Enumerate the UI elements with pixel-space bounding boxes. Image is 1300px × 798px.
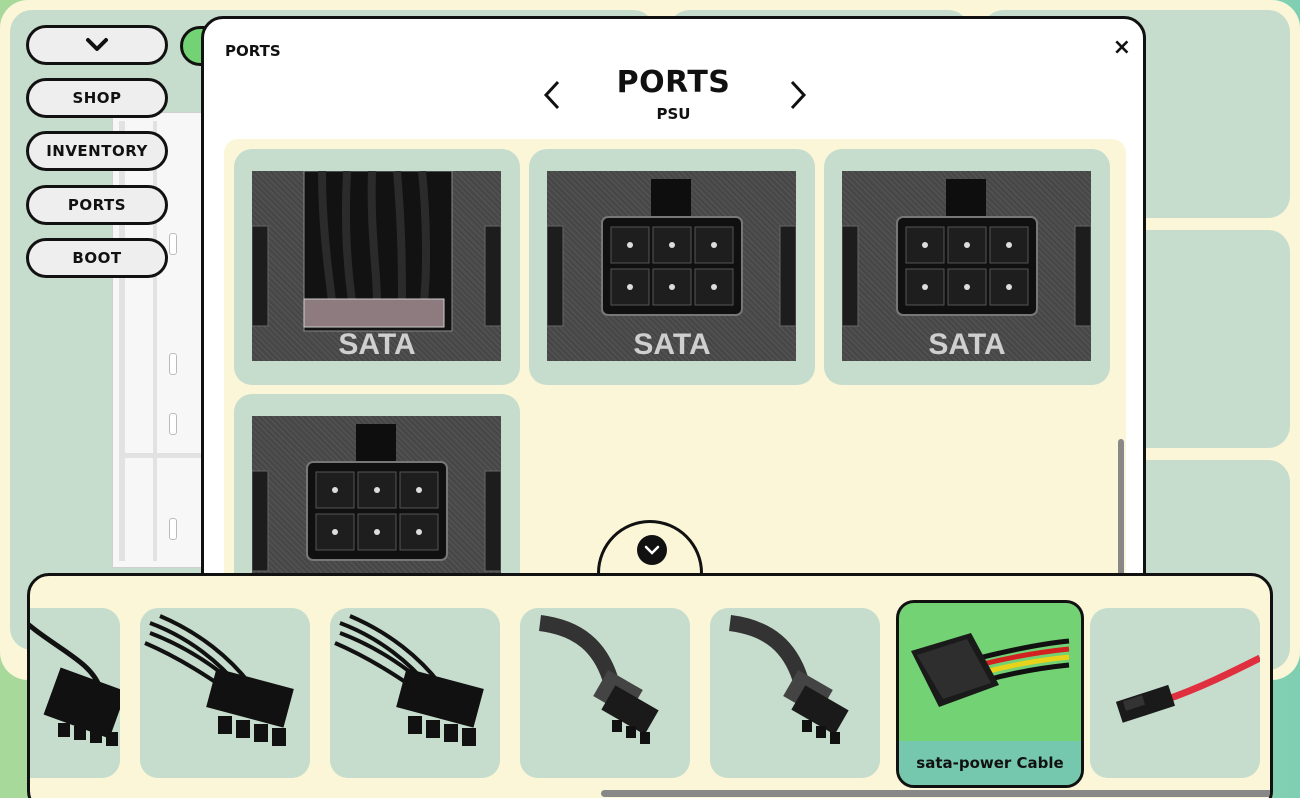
nav-ports-button[interactable]: PORTS [26,185,168,225]
cable-card[interactable] [140,608,310,778]
sata-port-image: SATA [252,171,501,361]
cable-card[interactable] [710,608,880,778]
8pin-cable-icon [334,614,484,746]
chevron-down-icon [86,38,108,51]
close-button[interactable]: × [1113,35,1131,60]
modal-title: PORTS [616,65,731,100]
port-card[interactable]: SATA [234,149,520,385]
case-slot [169,413,177,435]
chevron-down-icon [637,535,667,565]
modal-corner-title: PORTS [225,42,281,60]
modal-subtitle: PSU [656,105,691,123]
sata-power-cable-icon [911,633,1070,707]
cable-label: sata-power Cable [899,741,1081,785]
nav-boot-button[interactable]: BOOT [26,238,168,278]
sleeved-cable-icon [538,615,659,744]
sata-data-cable-icon [1115,654,1260,723]
nav-shop-button[interactable]: SHOP [26,78,168,118]
8pin-cable-icon [144,614,294,746]
sleeved-cable-icon [728,615,849,744]
port-label: SATA [633,328,710,361]
case-slot [169,353,177,375]
8pin-cable-icon [30,622,120,746]
nav-toggle-button[interactable] [26,25,168,65]
case-rail [123,453,203,458]
chevron-left-icon[interactable] [540,79,564,111]
port-card[interactable]: SATA [824,149,1110,385]
cable-card[interactable] [30,608,120,778]
cable-card-selected[interactable]: sata-power Cable [896,600,1084,788]
port-card[interactable]: SATA [529,149,815,385]
cable-card[interactable] [1090,608,1260,778]
chevron-right-icon[interactable] [786,79,810,111]
nav-inventory-button[interactable]: INVENTORY [26,131,168,171]
tray-scrollbar[interactable] [601,790,1270,797]
port-label: SATA [928,328,1005,361]
cable-card[interactable] [330,608,500,778]
cable-tray: sata-power Cable [27,573,1273,798]
case-slot [169,518,177,540]
case-slot [169,233,177,255]
sata-port-image: SATA [842,171,1091,361]
port-label: SATA [338,328,415,361]
cable-card[interactable] [520,608,690,778]
pc-case-image[interactable] [112,112,208,568]
sata-port-image: SATA [547,171,796,361]
